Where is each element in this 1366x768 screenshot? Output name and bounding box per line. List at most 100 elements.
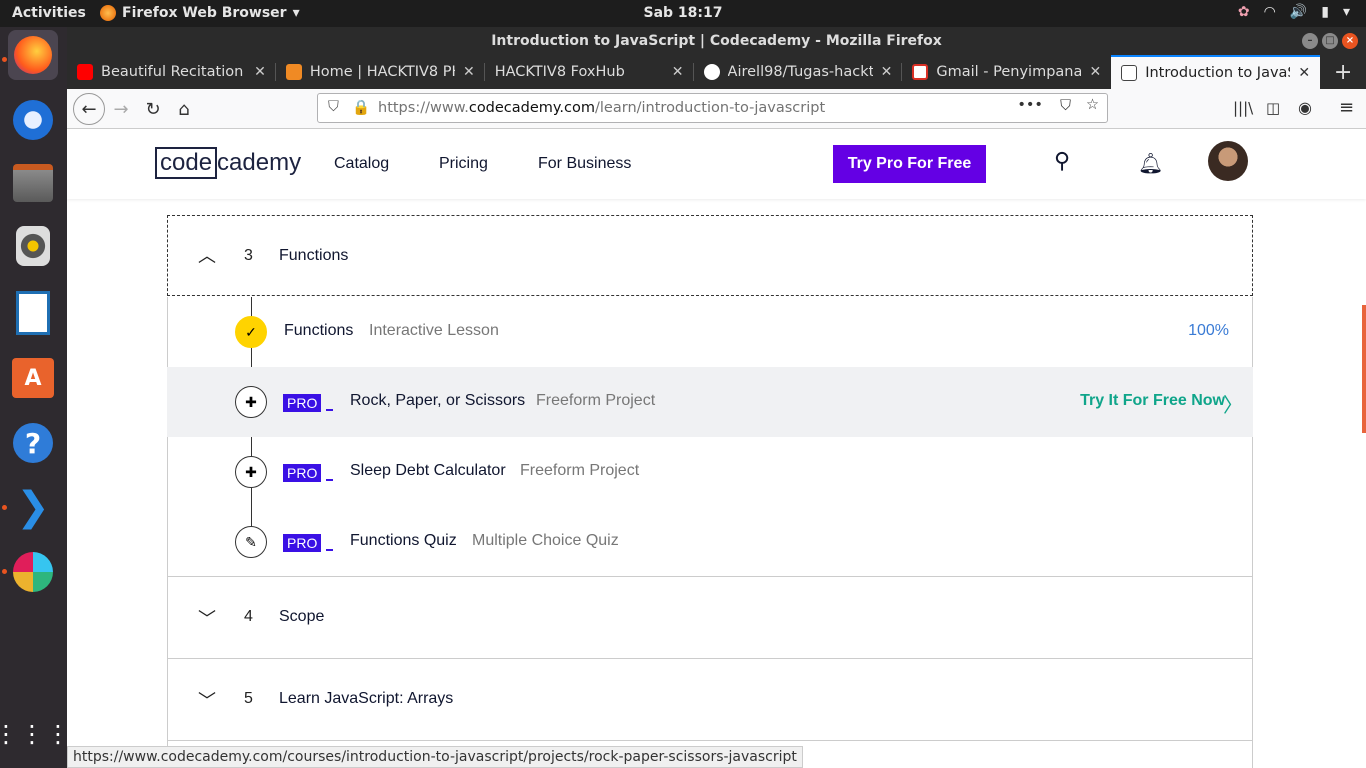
tab-label: Gmail - Penyimpanan d	[936, 64, 1082, 80]
software-launcher[interactable]: A	[8, 353, 58, 403]
chevron-down-icon[interactable]: ﹀	[198, 605, 216, 631]
tab-hacktiv8-home[interactable]: Home | HACKTIV8 PHA ✕	[276, 55, 485, 89]
firefox-icon	[100, 5, 116, 21]
paw-icon: ✿	[1237, 4, 1250, 20]
software-bag-icon: A	[12, 358, 54, 398]
pocket-icon[interactable]: ⛉	[1060, 98, 1071, 114]
close-tab-icon[interactable]: ✕	[463, 64, 475, 80]
codecademy-icon	[1121, 65, 1138, 81]
item-name: Functions	[284, 322, 354, 339]
try-pro-button[interactable]: Try Pro For Free	[833, 145, 986, 183]
running-indicator	[2, 57, 7, 62]
tab-codecademy[interactable]: Introduction to JavaSc ✕	[1111, 55, 1321, 89]
close-tab-icon[interactable]: ✕	[881, 64, 893, 80]
list-item[interactable]: ✚ PRO Rock, Paper, or Scissors Freeform …	[167, 367, 1253, 437]
avatar[interactable]	[1208, 141, 1248, 181]
app-menu-label: Firefox Web Browser	[122, 5, 287, 21]
slack-launcher[interactable]	[8, 547, 58, 597]
chevron-down-icon: ▾	[1342, 4, 1350, 20]
rhythmbox-launcher[interactable]	[8, 221, 58, 271]
tab-label: Introduction to JavaSc	[1145, 65, 1291, 81]
item-type: Multiple Choice Quiz	[472, 532, 619, 549]
thunderbird-launcher[interactable]	[8, 95, 58, 145]
youtube-icon	[77, 64, 93, 80]
module-header-scope[interactable]: ﹀ 4 Scope	[167, 577, 1253, 659]
pro-underline	[326, 549, 333, 551]
logo-code: code	[155, 147, 218, 179]
logo-cademy: cademy	[217, 149, 302, 176]
bookmark-star-icon[interactable]: ☆	[1086, 97, 1099, 113]
close-tab-icon[interactable]: ✕	[672, 64, 684, 80]
thunderbird-icon	[13, 100, 53, 140]
speaker-icon	[16, 226, 50, 266]
pro-badge: PRO	[283, 464, 333, 482]
site-header: code cademy Catalog Pricing For Business …	[67, 129, 1366, 199]
item-type: Interactive Lesson	[369, 322, 499, 339]
tab-github[interactable]: Airell98/Tugas-hacktiv ✕	[694, 55, 903, 89]
page-content: code cademy Catalog Pricing For Business …	[67, 129, 1366, 768]
url-bar[interactable]: ⛉ 🔒 https://www. codecademy.com/learn/int…	[317, 93, 1108, 123]
puzzle-icon: ✚	[235, 456, 267, 488]
pro-badge: PRO	[283, 534, 333, 552]
help-launcher[interactable]: ?	[8, 418, 58, 468]
tab-foxhub[interactable]: HACKTIV8 FoxHub ✕	[485, 55, 694, 89]
library-icon[interactable]: |||\	[1233, 99, 1253, 117]
window-titlebar: Introduction to JavaScript | Codecademy …	[67, 27, 1366, 55]
try-free-link[interactable]: Try It For Free Now	[1080, 392, 1225, 410]
list-item[interactable]: ✓ Functions Interactive Lesson 100%	[167, 297, 1253, 367]
chevron-down-icon[interactable]: ﹀	[198, 687, 216, 713]
chevron-right-icon[interactable]: 〉	[1223, 389, 1243, 418]
codecademy-logo[interactable]: code cademy	[155, 147, 301, 179]
new-tab-button[interactable]: +	[1320, 55, 1366, 89]
tab-youtube[interactable]: Beautiful Recitation (S ✕	[67, 55, 276, 89]
pro-underline	[326, 479, 333, 481]
close-tab-icon[interactable]: ✕	[1298, 65, 1310, 81]
search-icon[interactable]: ⚲	[1054, 149, 1070, 174]
firefox-launcher[interactable]	[8, 30, 58, 80]
scrollbar-thumb[interactable]	[1362, 305, 1366, 433]
writer-launcher[interactable]	[8, 288, 58, 338]
url-domain: codecademy.com	[468, 100, 596, 116]
nav-catalog[interactable]: Catalog	[334, 155, 389, 173]
nav-pricing[interactable]: Pricing	[439, 155, 488, 173]
forward-button[interactable]: →	[107, 95, 135, 123]
module-header-arrays[interactable]: ﹀ 5 Learn JavaScript: Arrays	[167, 659, 1253, 741]
close-tab-icon[interactable]: ✕	[1089, 64, 1101, 80]
account-icon[interactable]: ◉	[1298, 98, 1312, 117]
files-launcher[interactable]	[8, 158, 58, 208]
page-actions-icon[interactable]: •••	[1017, 97, 1043, 113]
tab-strip: Beautiful Recitation (S ✕ Home | HACKTIV8…	[67, 55, 1366, 89]
maximize-button[interactable]: □	[1322, 33, 1338, 49]
nav-for-business[interactable]: For Business	[538, 155, 631, 173]
sidebar-icon[interactable]: ◫	[1266, 99, 1280, 117]
chevron-up-icon[interactable]: ︿	[198, 242, 216, 268]
show-apps-button[interactable]: ⋮⋮⋮	[0, 709, 70, 759]
tab-gmail[interactable]: Gmail - Penyimpanan d ✕	[902, 55, 1111, 89]
home-button[interactable]: ⌂	[170, 95, 198, 123]
module-title: Scope	[279, 608, 325, 625]
system-tray[interactable]: ✿ ◠ 🔊 ▮ ▾	[1238, 4, 1350, 20]
module-header-functions[interactable]: ︿ 3 Functions	[167, 215, 1253, 296]
activities-button[interactable]: Activities	[12, 5, 86, 21]
close-tab-icon[interactable]: ✕	[254, 64, 266, 80]
tab-label: Airell98/Tugas-hacktiv	[727, 64, 873, 80]
vscode-icon: ❯	[16, 484, 50, 530]
list-item[interactable]: ✚ PRO Sleep Debt Calculator Freeform Pro…	[167, 437, 1253, 507]
pro-label: PRO	[283, 464, 322, 482]
puzzle-icon: ✚	[235, 386, 267, 418]
vscode-launcher[interactable]: ❯	[8, 482, 58, 532]
close-window-button[interactable]: ×	[1342, 33, 1358, 49]
reload-icon: ↻	[145, 98, 161, 120]
arrow-left-icon: ←	[81, 98, 97, 120]
app-menu[interactable]: Firefox Web Browser ▾	[100, 5, 300, 21]
list-item[interactable]: ✎ PRO Functions Quiz Multiple Choice Qui…	[167, 507, 1253, 577]
firefox-icon	[14, 36, 52, 74]
bell-icon[interactable]: 🔔︎	[1138, 151, 1163, 175]
menu-icon[interactable]: ≡	[1339, 97, 1354, 118]
minimize-button[interactable]: –	[1302, 33, 1318, 49]
pro-underline	[326, 409, 333, 411]
battery-icon: ▮	[1321, 4, 1329, 20]
back-button[interactable]: ←	[73, 93, 105, 125]
reload-button[interactable]: ↻	[139, 95, 167, 123]
url-prefix: https://www.	[378, 100, 469, 116]
